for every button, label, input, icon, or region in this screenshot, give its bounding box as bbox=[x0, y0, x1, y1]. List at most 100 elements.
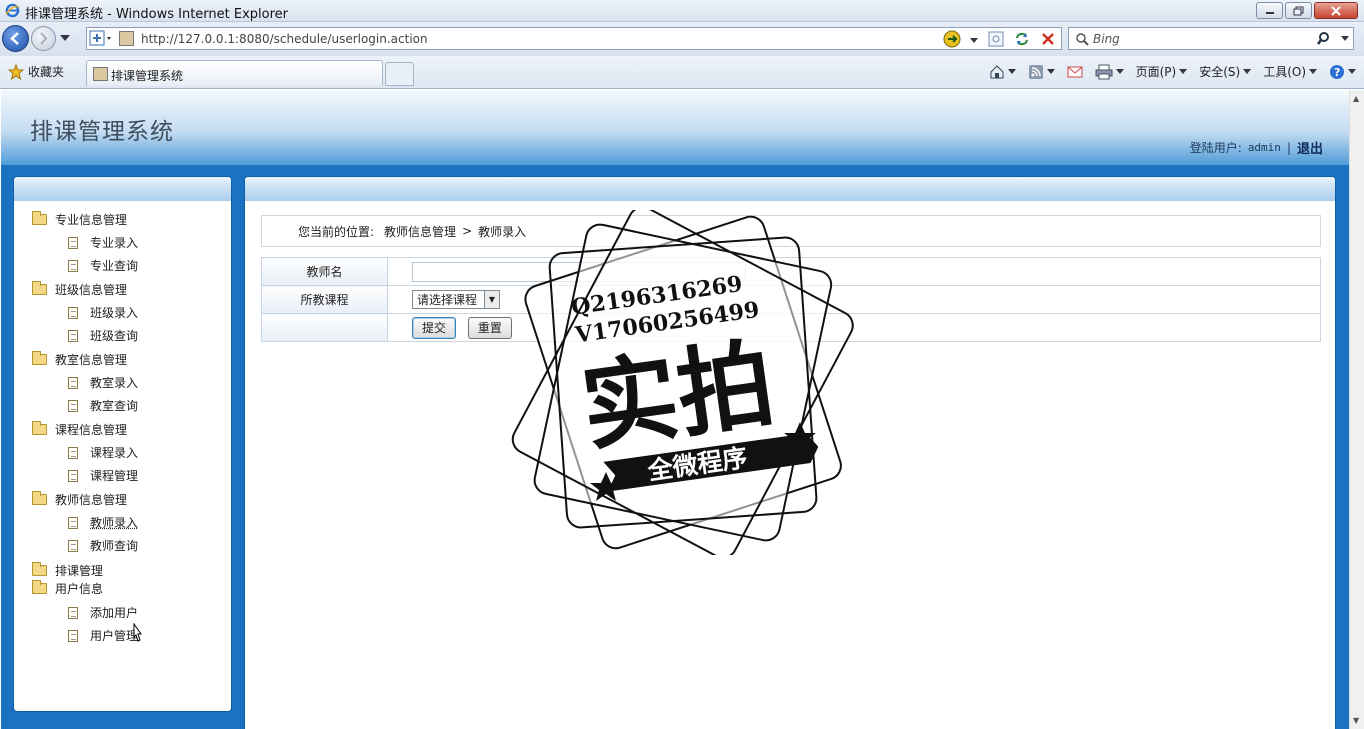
document-icon bbox=[68, 329, 78, 342]
menu-item-label: 课程录入 bbox=[90, 446, 139, 460]
url-text[interactable]: http://127.0.0.1:8080/schedule/userlogin… bbox=[141, 32, 428, 46]
star-icon bbox=[8, 63, 24, 80]
menu-item-class-query[interactable]: 班级查询 bbox=[32, 324, 138, 347]
folder-icon bbox=[32, 490, 47, 505]
reset-button[interactable]: 重置 bbox=[467, 316, 512, 339]
menu-item-course-add[interactable]: 课程录入 bbox=[32, 441, 138, 464]
user-separator: | bbox=[1286, 140, 1291, 155]
restore-button[interactable] bbox=[1285, 2, 1312, 19]
page-menu[interactable]: 页面(P) bbox=[1136, 63, 1188, 80]
user-area: 登陆用户: admin | 退出 bbox=[1189, 138, 1323, 158]
address-dropdown-icon[interactable] bbox=[969, 30, 979, 48]
breadcrumb-arrow: > bbox=[462, 224, 473, 238]
page-viewport: 排课管理系统 登陆用户: admin | 退出 专业信息管理 专业录入 专业查询… bbox=[1, 90, 1349, 729]
print-dropdown-icon[interactable] bbox=[1115, 68, 1124, 75]
logout-link[interactable]: 退出 bbox=[1297, 138, 1323, 157]
address-tools bbox=[943, 30, 1057, 48]
safety-menu-label: 安全(S) bbox=[1199, 65, 1241, 79]
menu-item-classroom-query[interactable]: 教室查询 bbox=[32, 394, 138, 417]
menu-group-course[interactable]: 课程信息管理 bbox=[32, 417, 138, 441]
new-tab-button[interactable] bbox=[385, 62, 414, 86]
menu-item-label: 专业查询 bbox=[90, 259, 139, 273]
go-icon[interactable] bbox=[943, 30, 961, 48]
menu-item-user-manage[interactable]: 用户管理 bbox=[32, 624, 138, 647]
document-icon bbox=[68, 516, 78, 529]
home-dropdown-icon[interactable] bbox=[1007, 68, 1016, 75]
menu-item-label: 班级查询 bbox=[90, 329, 139, 343]
feeds-button[interactable] bbox=[1028, 64, 1055, 80]
scroll-up-icon[interactable]: ▲ bbox=[1353, 94, 1359, 103]
scroll-down-icon[interactable]: ▼ bbox=[1353, 716, 1359, 725]
stop-icon[interactable] bbox=[1039, 30, 1057, 48]
folder-icon bbox=[32, 350, 47, 365]
chevron-down-icon[interactable]: ▼ bbox=[484, 291, 499, 308]
back-button[interactable] bbox=[2, 25, 29, 52]
refresh-icon[interactable] bbox=[1013, 30, 1031, 48]
print-button[interactable] bbox=[1095, 64, 1124, 80]
menu-group-classroom[interactable]: 教室信息管理 bbox=[32, 347, 138, 371]
main-content: 您当前的位置: 教师信息管理 > 教师录入 教师名 所教课程 请选择课程 ▼ 提… bbox=[244, 176, 1336, 729]
form-row-actions: 提交 重置 bbox=[261, 313, 1321, 342]
favorites-button[interactable]: 收藏夹 bbox=[8, 63, 64, 80]
breadcrumb-page: 教师录入 bbox=[478, 224, 527, 239]
breadcrumb-prefix: 您当前的位置: bbox=[298, 224, 375, 239]
menu-item-major-add[interactable]: 专业录入 bbox=[32, 231, 138, 254]
menu-item-user-add[interactable]: 添加用户 bbox=[32, 601, 138, 624]
window-titlebar: 排课管理系统 - Windows Internet Explorer bbox=[0, 0, 1364, 22]
menu-item-class-add[interactable]: 班级录入 bbox=[32, 301, 138, 324]
document-icon bbox=[68, 469, 78, 482]
app-header: 排课管理系统 登陆用户: admin | 退出 bbox=[1, 90, 1349, 165]
menu-group-schedule[interactable]: 排课管理 bbox=[32, 561, 138, 579]
teacher-name-input[interactable] bbox=[412, 261, 746, 282]
menu-item-teacher-query[interactable]: 教师查询 bbox=[32, 534, 138, 557]
compatibility-view-icon[interactable] bbox=[89, 30, 113, 47]
menu-item-course-manage[interactable]: 课程管理 bbox=[32, 464, 138, 487]
app-title: 排课管理系统 bbox=[30, 119, 174, 145]
chevron-down-icon bbox=[1309, 68, 1317, 74]
menu-item-label: 专业录入 bbox=[90, 236, 139, 250]
feeds-dropdown-icon[interactable] bbox=[1046, 68, 1055, 75]
mail-button[interactable] bbox=[1067, 65, 1083, 79]
help-menu[interactable]: ? bbox=[1329, 64, 1356, 80]
menu-item-label: 班级录入 bbox=[90, 306, 139, 320]
tools-menu[interactable]: 工具(O) bbox=[1263, 63, 1317, 80]
minimize-button[interactable] bbox=[1256, 2, 1283, 19]
vertical-scrollbar[interactable]: ▲ ▼ bbox=[1349, 90, 1364, 729]
submit-button[interactable]: 提交 bbox=[412, 316, 457, 339]
printer-icon bbox=[1095, 64, 1113, 79]
sidebar: 专业信息管理 专业录入 专业查询 班级信息管理 班级录入 班级查询 教室信息管理… bbox=[13, 176, 232, 712]
menu-group-class[interactable]: 班级信息管理 bbox=[32, 277, 138, 301]
search-dropdown-icon[interactable] bbox=[1341, 36, 1349, 42]
forward-button[interactable] bbox=[31, 26, 56, 51]
rss-page-icon[interactable] bbox=[987, 30, 1005, 48]
menu-group-major[interactable]: 专业信息管理 bbox=[32, 207, 138, 231]
browser-tab-active[interactable]: 排课管理系统 bbox=[86, 60, 383, 86]
home-icon bbox=[990, 64, 1004, 78]
close-window-button[interactable] bbox=[1314, 2, 1358, 19]
course-select[interactable]: 请选择课程 ▼ bbox=[412, 290, 500, 309]
document-icon bbox=[68, 259, 78, 272]
chevron-down-icon bbox=[1179, 68, 1188, 74]
command-bar: 页面(P) 安全(S) 工具(O) ? bbox=[989, 63, 1356, 80]
login-user-label: 登陆用户: bbox=[1189, 141, 1242, 155]
menu-item-major-query[interactable]: 专业查询 bbox=[32, 254, 138, 277]
document-icon bbox=[68, 306, 78, 319]
menu-group-user[interactable]: 用户信息 bbox=[32, 579, 138, 597]
safety-menu[interactable]: 安全(S) bbox=[1199, 63, 1252, 80]
menu-item-label: 添加用户 bbox=[90, 606, 139, 620]
search-icon[interactable] bbox=[1317, 31, 1333, 47]
ie-logo-icon bbox=[5, 3, 20, 18]
menu-item-label: 教室录入 bbox=[90, 376, 139, 390]
menu-group-label: 班级信息管理 bbox=[55, 282, 128, 297]
history-dropdown-icon[interactable] bbox=[60, 35, 70, 42]
menu-item-classroom-add[interactable]: 教室录入 bbox=[32, 371, 138, 394]
form-row-course: 所教课程 请选择课程 ▼ bbox=[261, 285, 1321, 314]
home-button[interactable] bbox=[989, 64, 1016, 80]
address-bar[interactable]: http://127.0.0.1:8080/schedule/userlogin… bbox=[86, 27, 1062, 50]
restore-icon bbox=[1293, 6, 1304, 15]
window-controls bbox=[1256, 2, 1358, 19]
menu-group-teacher[interactable]: 教师信息管理 bbox=[32, 487, 138, 511]
search-box[interactable]: Bing bbox=[1068, 27, 1354, 50]
page-favicon-icon bbox=[119, 31, 134, 46]
menu-item-teacher-add[interactable]: 教师录入 bbox=[32, 511, 138, 534]
